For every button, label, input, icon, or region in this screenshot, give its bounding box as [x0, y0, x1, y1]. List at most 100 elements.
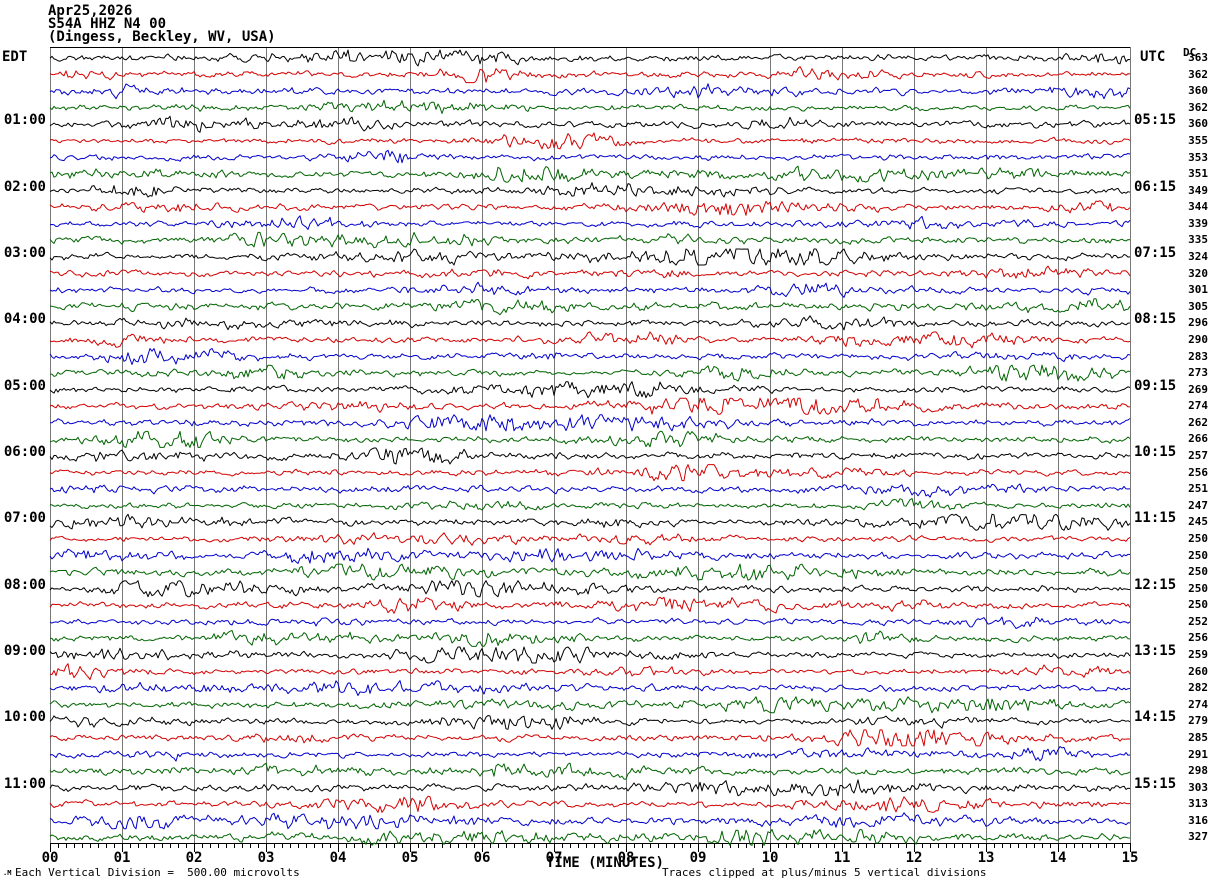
dc-value: 252 — [1184, 616, 1208, 627]
dc-value: 250 — [1184, 599, 1208, 610]
x-tick-label: 13 — [972, 851, 1000, 865]
trace-row — [50, 166, 1130, 182]
dc-value: 250 — [1184, 550, 1208, 561]
utc-hour-label: 15:15 — [1134, 777, 1176, 791]
trace-row — [50, 216, 1130, 230]
dc-value: 362 — [1184, 69, 1208, 80]
trace-row — [50, 465, 1130, 481]
trace-row — [50, 484, 1130, 497]
trace-row — [50, 349, 1130, 365]
dc-value: 279 — [1184, 715, 1208, 726]
clip-note: Traces clipped at plus/minus 5 vertical … — [662, 867, 987, 878]
seismogram-plot — [0, 0, 1210, 886]
x-tick-label: 10 — [756, 851, 784, 865]
trace-row — [50, 232, 1130, 247]
utc-hour-label: 11:15 — [1134, 511, 1176, 525]
trace-row — [50, 84, 1130, 99]
dc-value: 320 — [1184, 268, 1208, 279]
trace-row — [50, 150, 1130, 162]
vertical-scale-note: Each Vertical Division = 500.00 microvol… — [15, 867, 300, 878]
trace-row — [50, 299, 1130, 315]
x-tick-label: 00 — [36, 851, 64, 865]
trace-row — [50, 716, 1130, 730]
trace-row — [50, 548, 1130, 563]
edt-hour-label: 10:00 — [0, 710, 46, 724]
edt-hour-label: 09:00 — [0, 644, 46, 658]
trace-row — [50, 183, 1130, 197]
trace-row — [50, 415, 1130, 431]
trace-row — [50, 564, 1130, 580]
trace-row — [50, 50, 1130, 66]
edt-hour-label: 02:00 — [0, 180, 46, 194]
trace-row — [50, 116, 1130, 132]
x-tick-label: 06 — [468, 851, 496, 865]
trace-row — [50, 499, 1130, 511]
dc-value: 360 — [1184, 118, 1208, 129]
dc-value: 257 — [1184, 450, 1208, 461]
trace-row — [50, 597, 1130, 613]
dc-value: 339 — [1184, 218, 1208, 229]
dc-value: 282 — [1184, 682, 1208, 693]
dc-value: 362 — [1184, 102, 1208, 113]
dc-value: 259 — [1184, 649, 1208, 660]
dc-value: 324 — [1184, 251, 1208, 262]
trace-row — [50, 796, 1130, 812]
dc-value: 285 — [1184, 732, 1208, 743]
dc-value: 251 — [1184, 483, 1208, 494]
trace-row — [50, 249, 1130, 265]
trace-row — [50, 67, 1130, 83]
watermark-glyph: .M — [3, 870, 11, 877]
dc-value: 245 — [1184, 516, 1208, 527]
edt-hour-label: 06:00 — [0, 445, 46, 459]
x-tick-label: 01 — [108, 851, 136, 865]
edt-hour-label: 04:00 — [0, 312, 46, 326]
trace-row — [50, 316, 1130, 330]
utc-hour-label: 06:15 — [1134, 180, 1176, 194]
dc-value: 296 — [1184, 317, 1208, 328]
trace-row — [50, 201, 1130, 216]
edt-hour-label: 03:00 — [0, 246, 46, 260]
dc-value: 353 — [1184, 152, 1208, 163]
trace-row — [50, 533, 1130, 546]
trace-row — [50, 431, 1130, 447]
dc-value: 360 — [1184, 85, 1208, 96]
dc-value: 283 — [1184, 351, 1208, 362]
dc-value: 269 — [1184, 384, 1208, 395]
edt-hour-label: 11:00 — [0, 777, 46, 791]
dc-value: 351 — [1184, 168, 1208, 179]
dc-value: 274 — [1184, 400, 1208, 411]
dc-value: 266 — [1184, 433, 1208, 444]
dc-value: 247 — [1184, 500, 1208, 511]
trace-row — [50, 100, 1130, 113]
edt-hour-label: 08:00 — [0, 578, 46, 592]
dc-value: 291 — [1184, 749, 1208, 760]
trace-row — [50, 282, 1130, 297]
dc-value: 290 — [1184, 334, 1208, 345]
x-tick-label: 12 — [900, 851, 928, 865]
trace-row — [50, 763, 1130, 779]
x-tick-label: 05 — [396, 851, 424, 865]
utc-hour-label: 10:15 — [1134, 445, 1176, 459]
trace-row — [50, 630, 1130, 646]
trace-row — [50, 398, 1130, 414]
dc-value: 363 — [1184, 52, 1208, 63]
dc-value: 262 — [1184, 417, 1208, 428]
edt-hour-label: 07:00 — [0, 511, 46, 525]
trace-row — [50, 664, 1130, 680]
utc-hour-label: 14:15 — [1134, 710, 1176, 724]
x-tick-label: 02 — [180, 851, 208, 865]
dc-value: 273 — [1184, 367, 1208, 378]
dc-value: 349 — [1184, 185, 1208, 196]
utc-hour-label: 12:15 — [1134, 578, 1176, 592]
utc-hour-label: 13:15 — [1134, 644, 1176, 658]
edt-hour-label: 05:00 — [0, 379, 46, 393]
trace-row — [50, 617, 1130, 629]
trace-row — [50, 448, 1130, 464]
dc-value: 298 — [1184, 765, 1208, 776]
trace-row — [50, 697, 1130, 713]
dc-value: 301 — [1184, 284, 1208, 295]
x-tick-label: 11 — [828, 851, 856, 865]
dc-value: 274 — [1184, 699, 1208, 710]
trace-row — [50, 730, 1130, 746]
x-tick-label: 03 — [252, 851, 280, 865]
